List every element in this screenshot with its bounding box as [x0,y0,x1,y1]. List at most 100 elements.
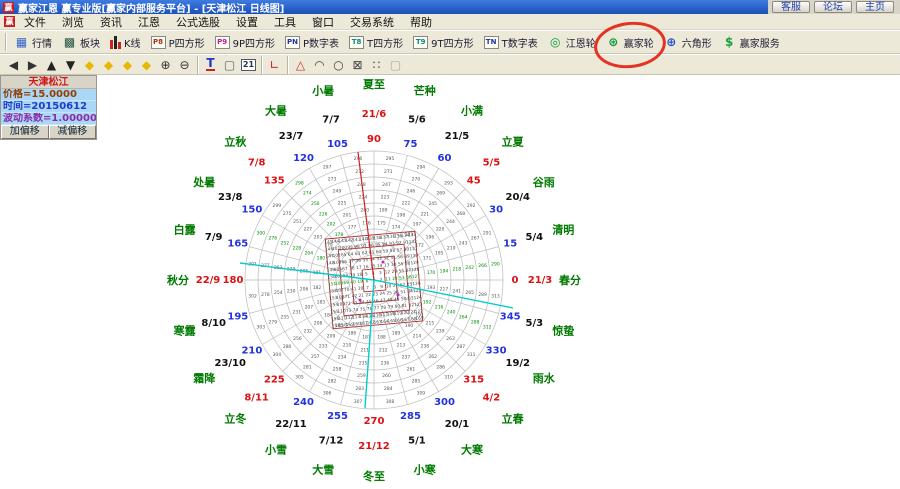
menu-browse[interactable]: 浏览 [55,14,91,30]
back-icon[interactable]: ◀ [4,56,23,73]
toolbar-button-quote-grid[interactable]: ▦行情 [9,32,57,53]
toolbar-button-winner-wheel[interactable]: ⊛赢家轮 [601,32,659,53]
menu-settings[interactable]: 设置 [229,14,265,30]
gann-wheel-chart[interactable]: 021/3春分155/4清明3020/4谷雨455/5立夏6021/5小满755… [0,75,900,489]
menu-trade-system[interactable]: 交易系统 [343,14,401,30]
svg-text:白露: 白露 [174,222,197,236]
svg-text:冬至: 冬至 [363,469,385,483]
menu-news[interactable]: 资讯 [93,14,129,30]
svg-text:45: 45 [467,175,481,186]
menu-help[interactable]: 帮助 [403,14,439,30]
toolbar-button-t-number[interactable]: TNT数字表 [479,32,543,53]
svg-text:244: 244 [446,219,455,225]
svg-text:72: 72 [345,301,351,307]
svg-text:190: 190 [405,323,414,329]
homepage-button[interactable]: 主页 [856,1,894,13]
svg-text:246: 246 [407,188,416,194]
sub-offset-button[interactable]: 减偏移 [49,125,97,139]
svg-text:雨水: 雨水 [533,371,556,385]
svg-text:197: 197 [413,222,422,228]
svg-text:209: 209 [327,333,336,339]
svg-text:232: 232 [303,328,312,334]
circle-tool-icon[interactable]: ○ [329,56,348,73]
disabled-tool-icon[interactable]: ▢ [386,56,405,73]
svg-text:180: 180 [223,275,244,286]
svg-text:145: 145 [324,239,333,246]
quote-grid-icon: ▦ [14,35,29,50]
angle-tool-icon[interactable]: ∟ [265,56,284,73]
pointer-up-icon[interactable]: ▲ [42,56,61,73]
arc-tool-icon[interactable]: ◠ [310,56,329,73]
toolbar-button-gann-wheel[interactable]: ◎江恩轮 [543,32,601,53]
svg-text:32: 32 [383,255,389,261]
svg-text:78: 78 [380,305,386,311]
toolbar-button-p9-square[interactable]: P99P四方形 [210,32,280,53]
forward-icon[interactable]: ▶ [23,56,42,73]
toolbar-button-t-square[interactable]: T8T四方形 [344,32,408,53]
text-tool-icon[interactable]: T [201,56,220,73]
svg-text:129: 129 [410,260,419,267]
disabled-tool-icon-glyph: ▢ [390,58,401,72]
toolbar-button-t9-square[interactable]: T99T四方形 [408,32,478,53]
svg-text:9: 9 [380,284,384,290]
calendar-icon[interactable]: 21 [239,56,258,73]
zoom-out-icon-glyph: ⊖ [179,58,189,72]
compress-h-icon[interactable]: ◆ [99,56,118,73]
svg-text:280: 280 [283,344,292,350]
zoom-out-icon[interactable]: ⊖ [175,56,194,73]
pointer-down-icon[interactable]: ▼ [61,56,80,73]
svg-text:177: 177 [348,224,357,230]
toolbar-button-p-number[interactable]: PNP数字表 [280,32,344,53]
toolbar-button-hexagon[interactable]: ⊕六角形 [659,32,717,53]
svg-text:127: 127 [412,274,421,281]
svg-text:5/6: 5/6 [408,115,426,126]
svg-text:290: 290 [491,262,500,268]
svg-text:98: 98 [354,244,360,250]
text-tool-icon-glyph: T [206,58,214,71]
angle-tool-icon-glyph: ∟ [269,58,279,72]
svg-text:37: 37 [348,258,354,264]
svg-text:261: 261 [407,367,416,373]
points-tool-icon[interactable]: ∷ [367,56,386,73]
t-number-icon: TN [484,36,499,49]
svg-text:307: 307 [354,399,363,405]
svg-text:43: 43 [352,300,358,306]
select-box-icon[interactable]: ▢ [220,56,239,73]
svg-text:214: 214 [413,333,422,339]
svg-text:14: 14 [377,263,383,269]
svg-text:80: 80 [394,303,400,309]
menu-file[interactable]: 文件 [17,14,53,30]
menu-window[interactable]: 窗口 [305,14,341,30]
menu-tools[interactable]: 工具 [267,14,303,30]
toolbar-button-sector-mosaic[interactable]: ▩板块 [57,32,105,53]
triangle-tool-icon[interactable]: △ [291,56,310,73]
svg-text:201: 201 [343,212,352,218]
svg-text:5/3: 5/3 [526,318,544,329]
circle-tool-icon-glyph: ○ [333,58,343,72]
toolbar-button-dollar[interactable]: $赢家服务 [717,32,785,53]
svg-text:264: 264 [459,314,468,320]
customer-service-button[interactable]: 客服 [772,1,810,13]
menu-formula-stock-pick[interactable]: 公式选股 [169,14,227,30]
svg-text:266: 266 [478,263,487,269]
compress-v-icon[interactable]: ◆ [137,56,156,73]
svg-text:春分: 春分 [559,273,581,287]
svg-text:147: 147 [325,253,334,260]
stretch-v-icon[interactable]: ◆ [118,56,137,73]
stretch-h-icon[interactable]: ◆ [80,56,99,73]
svg-text:69: 69 [343,280,349,286]
toolbar-button-label: 板块 [80,35,100,50]
svg-text:79: 79 [387,304,393,310]
forum-button[interactable]: 论坛 [814,1,852,13]
toolbar-button-p-square[interactable]: P8P四方形 [146,32,210,53]
svg-text:258: 258 [333,367,342,373]
toolbar-button-kline[interactable]: K线 [105,32,146,53]
zoom-in-icon[interactable]: ⊕ [156,56,175,73]
svg-text:218: 218 [452,267,461,273]
svg-text:131: 131 [409,246,418,253]
svg-text:21: 21 [358,293,364,299]
add-offset-button[interactable]: 加偏移 [1,125,49,139]
menu-gann[interactable]: 江恩 [131,14,167,30]
toolbar-button-label: 赢家服务 [740,35,780,50]
polygon-tool-icon[interactable]: ⊠ [348,56,367,73]
